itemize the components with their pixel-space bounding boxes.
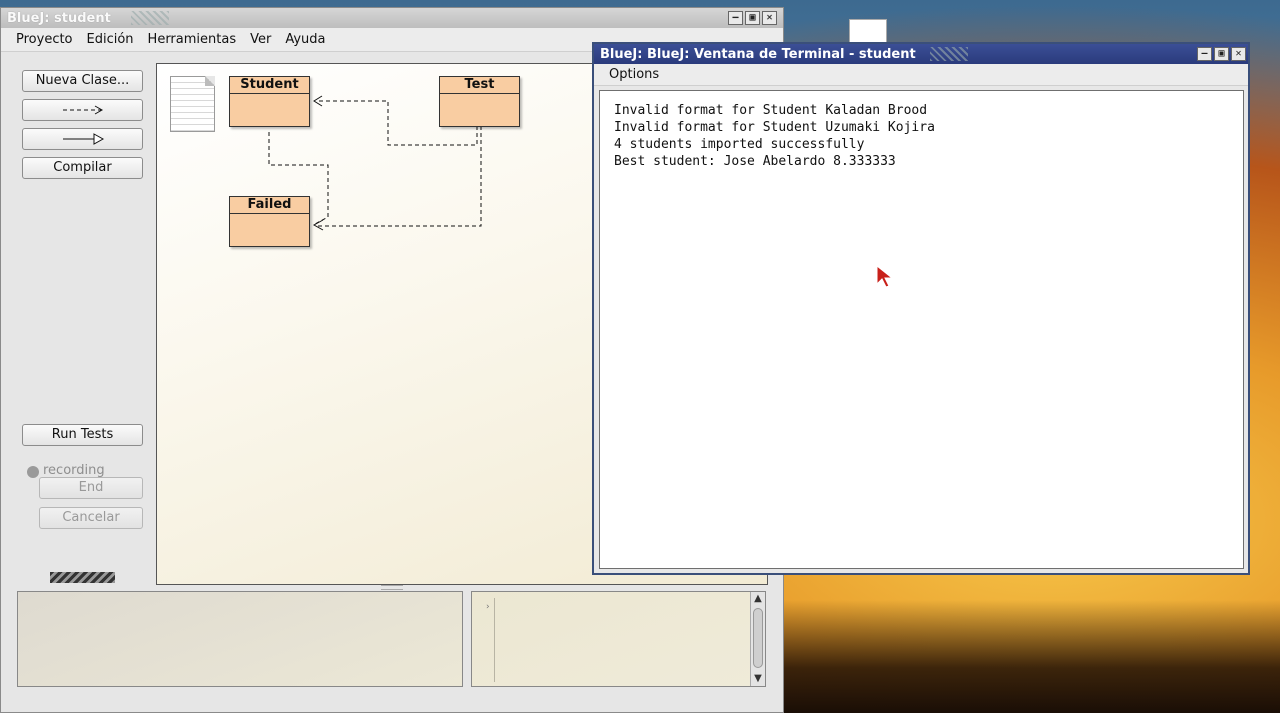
menu-options[interactable]: Options [602,67,666,82]
dashed-arrow-icon [62,105,103,115]
vm-activity-indicator [50,572,115,583]
maximize-icon[interactable]: ▣ [745,11,760,25]
menu-ver[interactable]: Ver [243,32,278,47]
codepad-caret-icon: › [486,602,490,612]
main-window-controls: – ▣ ✕ [728,11,777,25]
main-titlebar[interactable]: BlueJ: student – ▣ ✕ [1,8,783,28]
compile-button[interactable]: Compilar [22,157,143,179]
minimize-icon[interactable]: – [728,11,743,25]
menu-ayuda[interactable]: Ayuda [278,32,332,47]
main-window-title: BlueJ: student [7,10,111,26]
close-icon[interactable]: ✕ [762,11,777,25]
output-line: Invalid format for Student Uzumaki Kojir… [614,120,935,135]
inheritance-arrow-icon [62,133,104,145]
readme-file-icon[interactable] [170,76,215,132]
recording-indicator-icon [27,466,39,478]
terminal-window-controls: – ▣ ✕ [1197,47,1246,61]
class-test[interactable]: Test [439,76,520,127]
codepad-scrollbar[interactable]: ▲ ▼ [750,592,765,686]
minimize-icon[interactable]: – [1197,47,1212,61]
recording-label: recording [43,463,105,478]
terminal-window: BlueJ: BlueJ: Ventana de Terminal - stud… [592,42,1250,575]
menu-herramientas[interactable]: Herramientas [141,32,244,47]
class-name-test: Test [440,77,519,94]
dependency-arrow-button[interactable] [22,99,143,121]
class-failed[interactable]: Failed [229,196,310,247]
output-line: Best student: Jose Abelardo 8.333333 [614,154,896,169]
wallpaper-skyline [784,600,1280,713]
menu-edicion[interactable]: Edición [80,32,141,47]
codepad[interactable]: › ▲ ▼ [471,591,766,687]
tool-panel: Nueva Clase... Compilar Run Tests record… [1,53,155,593]
scroll-down-icon[interactable]: ▼ [752,673,764,685]
inheritance-arrow-button[interactable] [22,128,143,150]
close-icon[interactable]: ✕ [1231,47,1246,61]
title-decoration [929,47,968,61]
title-decoration [130,11,169,25]
object-bench[interactable] [17,591,463,687]
terminal-titlebar[interactable]: BlueJ: BlueJ: Ventana de Terminal - stud… [594,44,1248,64]
terminal-menubar: Options [594,64,1248,86]
codepad-divider [494,598,495,682]
run-tests-button[interactable]: Run Tests [22,424,143,446]
terminal-window-title: BlueJ: BlueJ: Ventana de Terminal - stud… [600,46,916,62]
mouse-pointer-icon [876,265,894,288]
menu-proyecto[interactable]: Proyecto [9,32,80,47]
cancel-button[interactable]: Cancelar [39,507,143,529]
class-name-student: Student [230,77,309,94]
class-student[interactable]: Student [229,76,310,127]
scroll-thumb[interactable] [753,608,763,668]
maximize-icon[interactable]: ▣ [1214,47,1229,61]
scroll-up-icon[interactable]: ▲ [752,593,764,605]
output-line: Invalid format for Student Kaladan Brood [614,103,928,118]
output-line: 4 students imported successfully [614,137,865,152]
new-class-button[interactable]: Nueva Clase... [22,70,143,92]
split-pane-handle[interactable] [381,585,403,590]
end-button[interactable]: End [39,477,143,499]
class-name-failed: Failed [230,197,309,214]
terminal-output[interactable]: Invalid format for Student Kaladan Brood… [599,90,1244,569]
